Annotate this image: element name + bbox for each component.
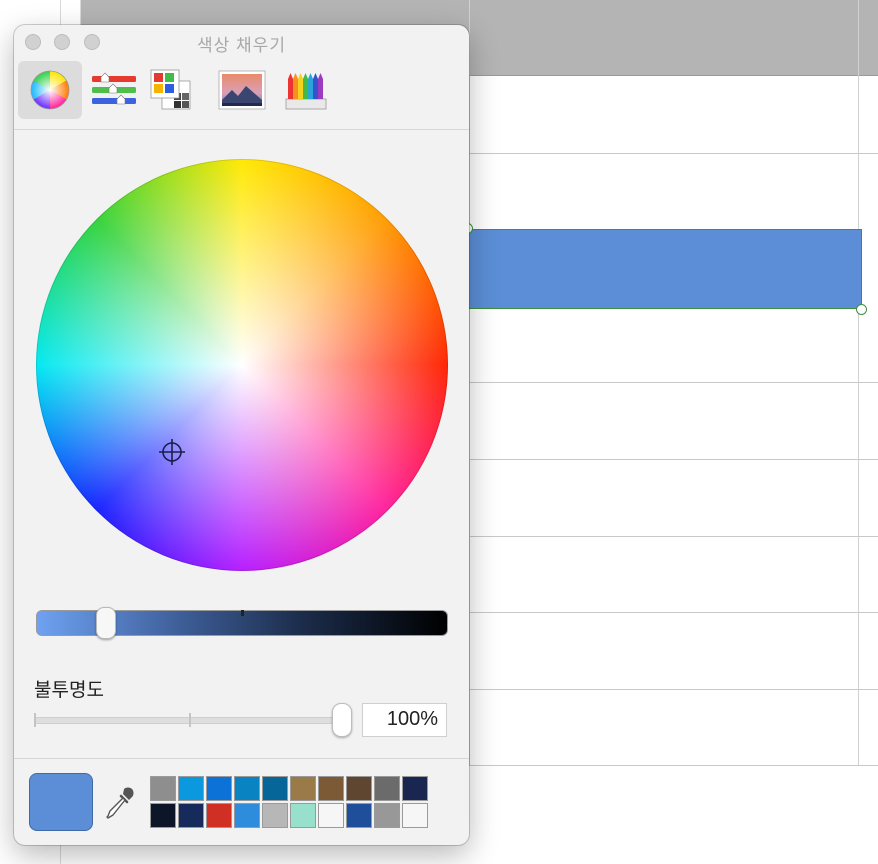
pencils-tool[interactable] [274,61,338,119]
resize-handle-bottom-right[interactable] [856,304,867,315]
color-swatch[interactable] [150,803,176,828]
divider [14,758,469,759]
color-swatch[interactable] [318,803,344,828]
color-swatch[interactable] [262,776,288,801]
color-wheel-icon [30,70,70,110]
color-mode-toolbar [14,59,469,130]
opacity-tick-mark [34,713,36,727]
color-swatch[interactable] [234,776,260,801]
color-swatch-grid [150,776,428,828]
color-picker-crosshair[interactable] [159,439,185,465]
palettes-icon [150,69,191,110]
row-divider [470,382,878,383]
opacity-label: 불투명도 [34,680,104,701]
image-palettes-tool[interactable] [210,61,274,119]
color-swatch[interactable] [346,803,372,828]
color-swatch[interactable] [318,776,344,801]
color-sliders-tool[interactable] [82,61,146,119]
pencils-icon [285,73,327,110]
current-color-well[interactable] [29,773,93,831]
color-swatch[interactable] [374,776,400,801]
column-divider [469,0,470,766]
row-divider [470,612,878,613]
color-swatch[interactable] [290,776,316,801]
column-divider [858,0,859,766]
brightness-slider-knob[interactable] [96,607,116,639]
color-swatch[interactable] [346,776,372,801]
row-divider [470,765,878,766]
selected-shape[interactable] [466,229,862,309]
opacity-value-field[interactable]: 100% [362,703,447,737]
opacity-tick-mark [189,713,191,727]
color-wheel-tool[interactable] [18,61,82,119]
color-palettes-tool[interactable] [140,61,204,119]
color-wheel[interactable] [36,159,448,571]
color-swatch[interactable] [178,803,204,828]
color-swatch[interactable] [402,776,428,801]
window-title: 색상 채우기 [197,36,286,55]
color-swatch[interactable] [262,803,288,828]
image-icon [218,70,266,110]
title-bar: 색상 채우기 [14,25,469,59]
opacity-slider[interactable] [34,713,342,727]
color-swatch[interactable] [206,776,232,801]
color-swatch[interactable] [234,803,260,828]
color-swatch[interactable] [206,803,232,828]
color-panel: 색상 채우기 불투명도 100% [14,25,469,845]
eyedropper-icon[interactable] [102,785,138,821]
color-swatch[interactable] [290,803,316,828]
color-swatch[interactable] [150,776,176,801]
row-divider [470,536,878,537]
row-divider [470,689,878,690]
row-divider [470,153,878,154]
brightness-slider[interactable] [36,607,448,639]
brightness-tick-mark [241,610,244,616]
sliders-icon [92,72,136,105]
color-swatch[interactable] [402,803,428,828]
row-divider [470,459,878,460]
color-swatch[interactable] [178,776,204,801]
opacity-slider-knob[interactable] [332,703,352,737]
color-swatch[interactable] [374,803,400,828]
